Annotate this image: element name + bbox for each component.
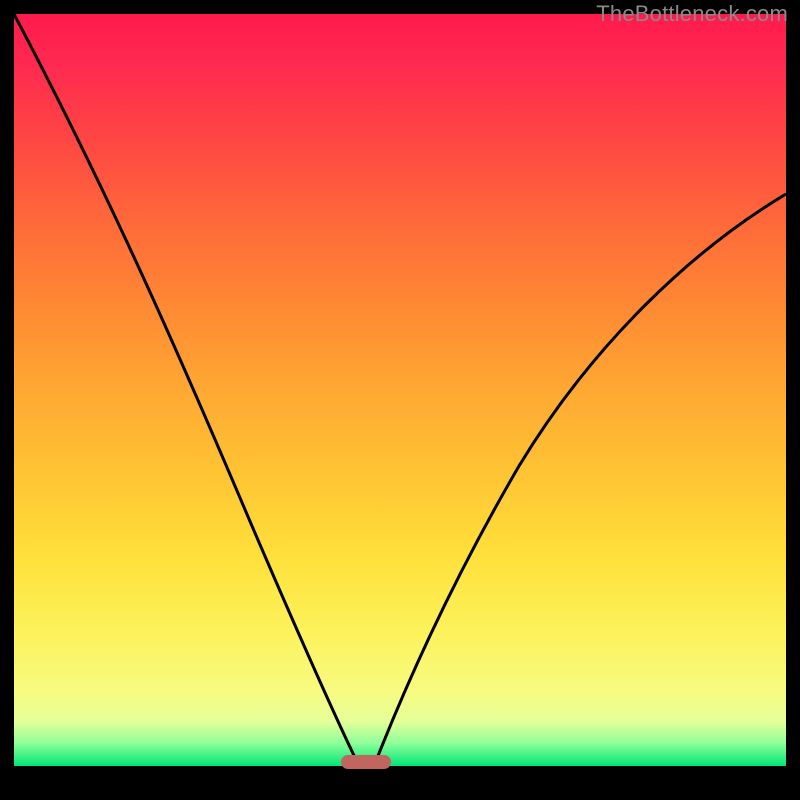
chart-frame xyxy=(14,14,786,786)
optimal-marker xyxy=(341,755,391,769)
bottleneck-curve xyxy=(14,14,786,766)
curve-right xyxy=(374,194,786,766)
curve-left xyxy=(14,14,359,766)
chart-plot-area xyxy=(14,14,786,766)
watermark-label: TheBottleneck.com xyxy=(596,1,788,27)
